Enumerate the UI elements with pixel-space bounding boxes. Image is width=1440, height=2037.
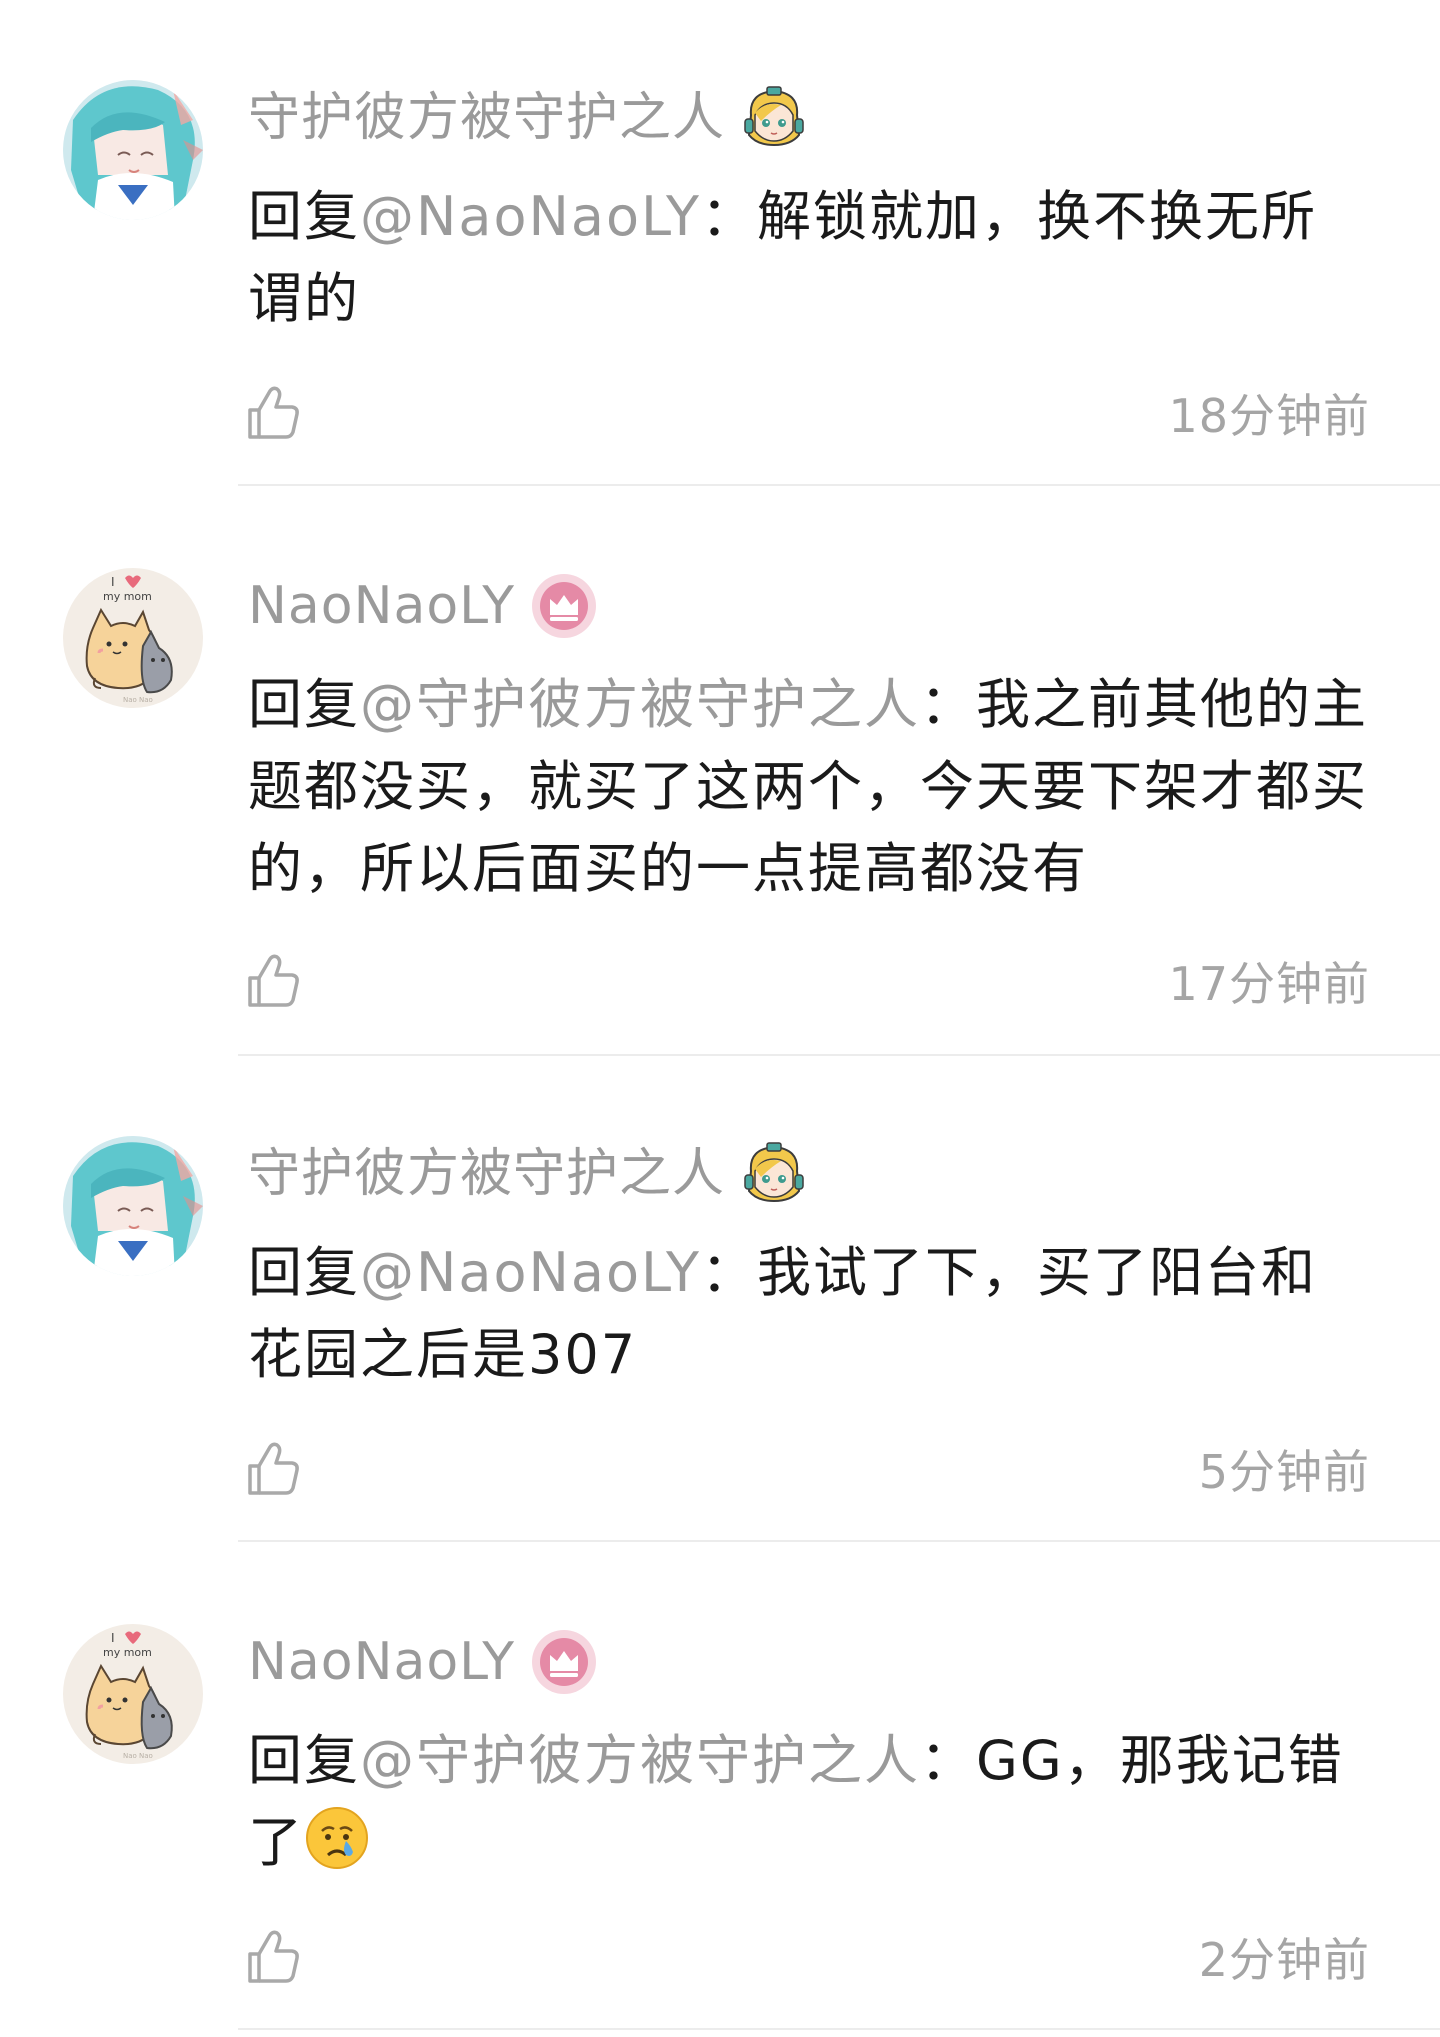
comment-time: 18分钟前 [1168,389,1370,443]
crying-face-emoji [304,1805,370,1871]
separator: ： [700,1241,757,1304]
separator: ： [920,673,976,736]
comment-time: 17分钟前 [1168,957,1370,1011]
comment-text: 回复@NaoNaoLY：我试了下，买了阳台和花园之后是307 [248,1232,1370,1396]
reply-prefix: 回复 [248,185,360,248]
separator: ： [700,185,757,248]
divider [238,484,1440,486]
username[interactable]: NaoNaoLY [248,1624,515,1700]
thumbs-up-icon[interactable] [242,1439,302,1499]
username[interactable]: 守护彼方被守护之人 [248,1136,725,1212]
mention-link[interactable]: @守护彼方被守护之人 [360,1729,920,1792]
comment-time: 2分钟前 [1198,1933,1370,1987]
reply-prefix: 回复 [248,1241,360,1304]
girl-avatar-badge-icon [741,1141,807,1207]
comment-text: 回复@守护彼方被守护之人：GG，那我记错了 [248,1720,1370,1884]
reply-prefix: 回复 [248,673,360,736]
divider [238,2028,1440,2030]
thumbs-up-icon[interactable] [242,1927,302,1987]
divider [238,1540,1440,1542]
girl-avatar-badge-icon [741,85,807,151]
avatar[interactable] [63,568,203,708]
mention-link[interactable]: @NaoNaoLY [360,185,701,248]
comment-time: 5分钟前 [1198,1445,1370,1499]
crown-badge-icon [531,1629,597,1695]
username[interactable]: NaoNaoLY [248,568,515,644]
avatar[interactable] [63,80,203,220]
separator: ： [920,1729,976,1792]
crown-badge-icon [531,573,597,639]
thumbs-up-icon[interactable] [242,383,302,443]
avatar[interactable] [63,1624,203,1764]
thumbs-up-icon[interactable] [242,951,302,1011]
reply-prefix: 回复 [248,1729,360,1792]
mention-link[interactable]: @NaoNaoLY [360,1241,701,1304]
divider [238,1054,1440,1056]
comment-text: 回复@守护彼方被守护之人：我之前其他的主题都没买，就买了这两个，今天要下架才都买… [248,664,1370,910]
username[interactable]: 守护彼方被守护之人 [248,80,725,156]
avatar[interactable] [63,1136,203,1276]
comment-text: 回复@NaoNaoLY：解锁就加，换不换无所谓的 [248,176,1370,340]
mention-link[interactable]: @守护彼方被守护之人 [360,673,920,736]
